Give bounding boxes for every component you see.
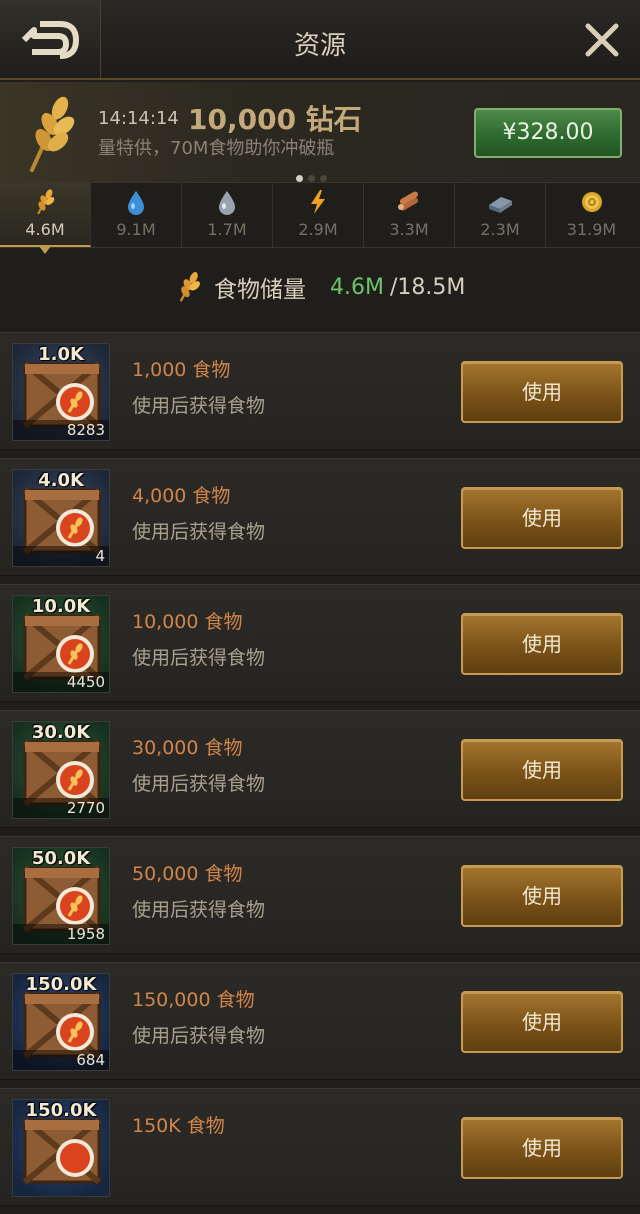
banner-page-indicator <box>296 167 332 182</box>
item-badge: 4.0K <box>38 470 84 491</box>
food-crate-icon <box>23 739 101 807</box>
close-icon <box>585 23 619 57</box>
list-item: 10.0K 4450 10,000 食物 使用后获得食物 使用 <box>0 584 640 702</box>
use-button[interactable]: 使用 <box>461 487 623 549</box>
tab-power-value: 2.9M <box>298 220 338 239</box>
item-icon: 150.0K 684 <box>12 973 110 1071</box>
list-item: 50.0K 1958 50,000 食物 使用后获得食物 使用 <box>0 836 640 954</box>
list-item: 1.0K 8283 1,000 食物 使用后获得食物 使用 <box>0 332 640 450</box>
top-bar: 资源 <box>0 0 640 80</box>
item-name: 150K 食物 <box>132 1115 225 1137</box>
food-item-list: 1.0K 8283 1,000 食物 使用后获得食物 使用 4.0K 4 4,0… <box>0 332 640 1214</box>
item-icon: 30.0K 2770 <box>12 721 110 819</box>
item-count: 2770 <box>13 798 109 818</box>
tab-power[interactable]: 2.9M <box>273 183 364 247</box>
item-icon: 10.0K 4450 <box>12 595 110 693</box>
item-description: 使用后获得食物 <box>132 1025 266 1047</box>
banner-description: 量特供，70M食物助你冲破瓶 <box>98 138 335 159</box>
close-button[interactable] <box>582 20 622 60</box>
item-badge: 50.0K <box>31 848 91 869</box>
wheat-icon <box>30 96 75 172</box>
page-dot-3 <box>320 175 327 182</box>
item-count: 1958 <box>13 924 109 944</box>
tab-food-value: 4.6M <box>25 220 65 239</box>
list-item: 30.0K 2770 30,000 食物 使用后获得食物 使用 <box>0 710 640 828</box>
use-button[interactable]: 使用 <box>461 1117 623 1179</box>
item-name: 10,000 食物 <box>132 611 243 633</box>
buy-price-button[interactable]: ¥328.00 <box>474 108 622 158</box>
page-dot-1 <box>296 175 303 182</box>
item-badge: 150.0K <box>25 974 97 995</box>
tab-gold[interactable]: 31.9M <box>546 183 637 247</box>
back-arrow-icon <box>21 21 80 59</box>
item-count: 684 <box>13 1050 109 1070</box>
tab-water[interactable]: 9.1M <box>91 183 182 247</box>
banner-timer: 14:14:14 <box>98 108 179 129</box>
item-name: 1,000 食物 <box>132 359 231 381</box>
wheat-icon <box>37 189 55 215</box>
wheat-icon <box>179 271 200 302</box>
steel-ingot-icon <box>489 197 512 213</box>
food-crate-icon <box>23 487 101 555</box>
item-icon: 1.0K 8283 <box>12 343 110 441</box>
page-dot-2 <box>308 175 315 182</box>
tab-wood-value: 3.3M <box>389 220 429 239</box>
list-item: 4.0K 4 4,000 食物 使用后获得食物 使用 <box>0 458 640 576</box>
item-badge: 150.0K <box>25 1100 97 1121</box>
storage-max: /18.5M <box>389 274 466 300</box>
item-count: 4 <box>13 546 109 566</box>
tab-water-value: 9.1M <box>116 220 156 239</box>
item-badge: 1.0K <box>38 344 84 365</box>
item-name: 150,000 食物 <box>132 989 255 1011</box>
item-name: 50,000 食物 <box>132 863 243 885</box>
food-crate-icon <box>23 991 101 1059</box>
oil-drop-icon <box>219 191 235 215</box>
item-description: 使用后获得食物 <box>132 395 266 417</box>
lightning-icon <box>311 190 325 214</box>
food-storage-summary: 食物储量 4.6M /18.5M <box>0 248 640 328</box>
use-button[interactable]: 使用 <box>461 613 623 675</box>
item-description: 使用后获得食物 <box>132 899 266 921</box>
use-button[interactable]: 使用 <box>461 991 623 1053</box>
use-button[interactable]: 使用 <box>461 865 623 927</box>
food-crate-icon <box>23 865 101 933</box>
banner-diamond-amount: 10,000 钻石 <box>188 103 362 136</box>
food-crate-icon <box>23 361 101 429</box>
storage-current: 4.6M <box>330 274 384 300</box>
item-icon: 4.0K 4 <box>12 469 110 567</box>
item-count: 4450 <box>13 672 109 692</box>
item-icon: 50.0K 1958 <box>12 847 110 945</box>
tab-oil[interactable]: 1.7M <box>182 183 273 247</box>
promo-banner[interactable]: 14:14:14 10,000 钻石 量特供，70M食物助你冲破瓶 ¥328.0… <box>0 82 640 182</box>
list-item: 150.0K 684 150,000 食物 使用后获得食物 使用 <box>0 962 640 1080</box>
back-button[interactable] <box>0 0 101 78</box>
tab-steel-value: 2.3M <box>480 220 520 239</box>
gold-coin-icon <box>581 192 602 212</box>
food-crate-icon <box>23 1117 101 1185</box>
use-button[interactable]: 使用 <box>461 361 623 423</box>
tab-steel[interactable]: 2.3M <box>455 183 546 247</box>
item-name: 30,000 食物 <box>132 737 243 759</box>
item-name: 4,000 食物 <box>132 485 231 507</box>
water-drop-icon <box>128 191 144 215</box>
item-count: 8283 <box>13 420 109 440</box>
tab-food[interactable]: 4.6M <box>0 183 91 254</box>
item-badge: 30.0K <box>31 722 91 743</box>
use-button[interactable]: 使用 <box>461 739 623 801</box>
resource-tabs: 4.6M 9.1M 1.7M 2.9M 3.3M 2.3M 31.9M <box>0 182 640 254</box>
item-badge: 10.0K <box>31 596 91 617</box>
list-item: 150.0K 150K 食物 使用 <box>0 1088 640 1206</box>
tab-oil-value: 1.7M <box>207 220 247 239</box>
wood-logs-icon <box>398 191 419 211</box>
food-crate-icon <box>23 613 101 681</box>
storage-label: 食物储量 <box>214 277 306 303</box>
tab-wood[interactable]: 3.3M <box>364 183 455 247</box>
tab-gold-value: 31.9M <box>566 220 617 239</box>
item-description: 使用后获得食物 <box>132 521 266 543</box>
item-description: 使用后获得食物 <box>132 647 266 669</box>
item-description: 使用后获得食物 <box>132 773 266 795</box>
item-icon: 150.0K <box>12 1099 110 1197</box>
